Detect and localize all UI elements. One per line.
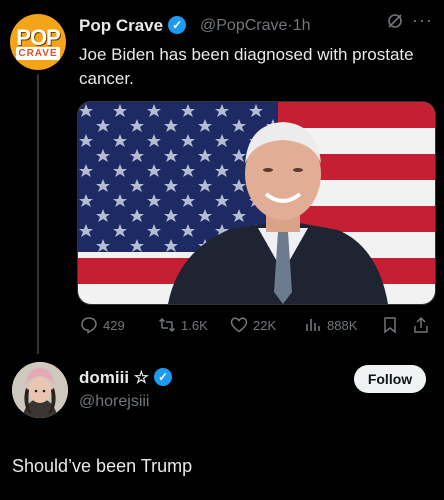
reply-button[interactable]: 429 [80, 316, 125, 334]
bookmark-icon [384, 317, 396, 334]
verified-badge-icon: ✓ [168, 15, 187, 34]
reply-count: 429 [103, 317, 125, 333]
reply-icon [81, 317, 97, 334]
tweet-author-name[interactable]: Pop Crave ✓ [79, 15, 187, 36]
avatar-logo-crave: CRAVE [16, 47, 60, 60]
tweet-author-name-text: Pop Crave [79, 16, 164, 35]
views-button[interactable]: 888K [304, 316, 357, 334]
heart-icon [230, 317, 248, 333]
tweet-image[interactable] [77, 101, 436, 305]
like-count: 22K [253, 317, 277, 333]
reply-author-handle[interactable]: @horejsiii [79, 393, 149, 411]
popcrave-avatar[interactable]: POP CRAVE [10, 14, 66, 70]
thread-connector-line [37, 74, 39, 354]
tweet-photo [78, 102, 435, 304]
repost-icon [158, 317, 176, 333]
reply-author-name[interactable]: domiii ☆ ✓ [79, 367, 173, 388]
verified-badge-icon: ✓ [154, 367, 173, 386]
like-button[interactable]: 22K [230, 316, 276, 334]
grok-icon[interactable] [386, 12, 404, 35]
follow-button[interactable]: Follow [354, 365, 426, 393]
repost-count: 1.6K [181, 317, 208, 333]
repost-button[interactable]: 1.6K [158, 316, 208, 334]
views-icon [306, 319, 320, 331]
bookmark-button[interactable] [381, 316, 399, 334]
avatar-photo [12, 362, 68, 418]
views-count: 888K [327, 317, 358, 333]
more-options-icon[interactable]: ··· [412, 10, 433, 31]
reply-author-name-text: domiii ☆ [79, 368, 150, 387]
tweet-text: Joe Biden has been diagnosed with prosta… [79, 45, 414, 88]
tweet-action-bar: 429 1.6K 22K 888K [0, 316, 444, 336]
domiii-avatar[interactable] [12, 362, 68, 418]
tweet-author-handle[interactable]: @PopCrave·1h [200, 17, 311, 35]
tweet-timestamp: 1h [292, 17, 311, 34]
reply-text: Should’ve been Trump [12, 456, 193, 476]
share-button[interactable] [412, 316, 430, 334]
share-icon [414, 316, 428, 333]
tweet-handle-text: @PopCrave [200, 17, 288, 34]
